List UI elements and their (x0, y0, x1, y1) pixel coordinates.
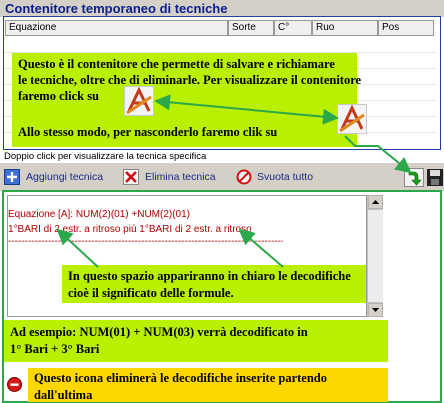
annotation-arrows (56, 94, 412, 268)
